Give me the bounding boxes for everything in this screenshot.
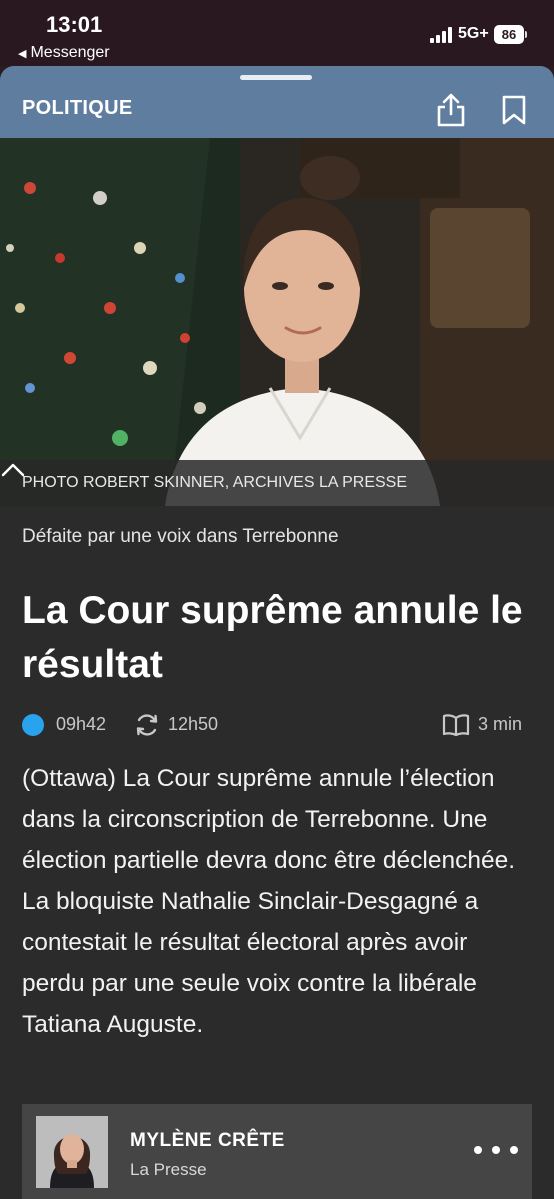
signal-icon [430,27,454,43]
network-type: 5G+ [458,25,489,42]
bookmark-icon [502,95,526,125]
article-sheet: POLITIQUE PHOTO ROBERT SKINNER, ARCHIVES… [0,66,554,1199]
author-organization: La Presse [130,1160,207,1179]
battery-icon: 86 [494,25,524,44]
section-title: POLITIQUE [22,97,133,119]
bookmark-button[interactable] [500,94,528,126]
back-triangle-icon: ◀ [18,48,27,60]
sheet-grabber-handle[interactable] [240,75,312,80]
more-options-icon[interactable] [474,1142,518,1156]
section-header: POLITIQUE [0,66,554,138]
read-time: 3 min [478,714,523,734]
share-button[interactable] [434,92,468,128]
book-icon [442,714,470,737]
author-name: MYLÈNE CRÊTE [130,1130,285,1151]
live-dot-icon [22,714,44,736]
updated-time: 12h50 [168,714,219,734]
portrait-illustration [0,138,554,506]
photo-caption-bar: PHOTO ROBERT SKINNER, ARCHIVES LA PRESSE [0,460,554,506]
article-meta: 09h42 12h50 3 min [22,712,532,738]
battery-tip [525,31,527,38]
article-headline: La Cour suprême annule le résultat [22,589,523,686]
article-kicker: Défaite par une voix dans Terrebonne [22,526,339,547]
share-icon [437,93,465,127]
photo-caption: PHOTO ROBERT SKINNER, ARCHIVES LA PRESSE [22,474,408,491]
author-avatar [36,1116,108,1188]
author-card[interactable]: MYLÈNE CRÊTE La Presse [22,1104,532,1199]
article-lede: (Ottawa) La Cour suprême annule l’électi… [22,765,516,1038]
back-to-app-link[interactable]: ◀ Messenger [18,44,110,62]
published-time: 09h42 [56,714,107,734]
author-portrait [36,1116,108,1188]
status-bar: 13:01 ◀ Messenger 5G+ 86 [0,0,554,66]
back-app-label: Messenger [30,44,110,61]
chevron-up-icon[interactable] [0,460,26,480]
status-time: 13:01 [46,12,103,37]
update-refresh-icon [136,714,158,736]
article-photo[interactable]: PHOTO ROBERT SKINNER, ARCHIVES LA PRESSE [0,138,554,506]
